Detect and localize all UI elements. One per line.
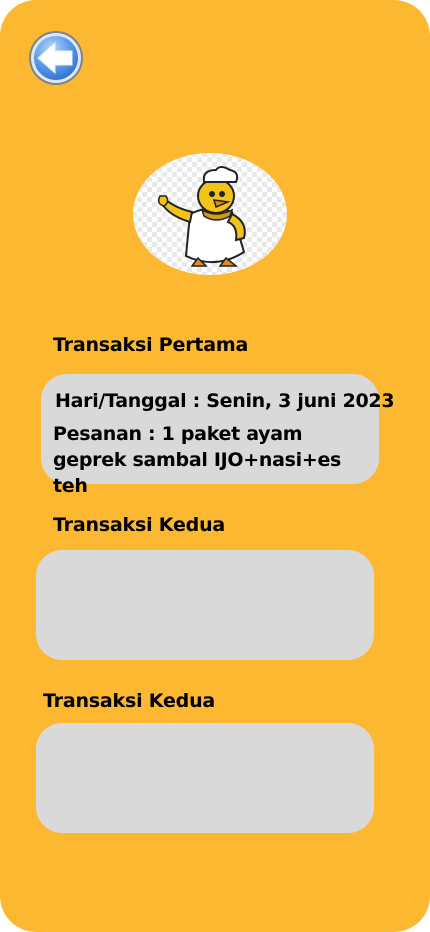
- transaction-3-card[interactable]: [36, 723, 374, 833]
- back-arrow-icon: [29, 31, 83, 85]
- transaction-1-card[interactable]: Hari/Tanggal : Senin, 3 juni 2023 Pesana…: [41, 374, 395, 497]
- transaction-2-title: Transaksi Kedua: [53, 514, 226, 536]
- transaction-1-title: Transaksi Pertama: [53, 334, 249, 356]
- transaction-1-order: Pesanan : 1 paket ayam geprek sambal IJO…: [53, 423, 342, 497]
- transaction-3-title: Transaksi Kedua: [43, 690, 216, 712]
- back-button[interactable]: [28, 29, 84, 87]
- transaction-1-date: Hari/Tanggal : Senin, 3 juni 2023: [55, 390, 395, 412]
- transaction-2-card[interactable]: [36, 550, 374, 660]
- transaction-history-screen: Transaksi Pertama Hari/Tanggal : Senin, …: [0, 0, 430, 932]
- chicken-chef-mascot: [132, 152, 288, 276]
